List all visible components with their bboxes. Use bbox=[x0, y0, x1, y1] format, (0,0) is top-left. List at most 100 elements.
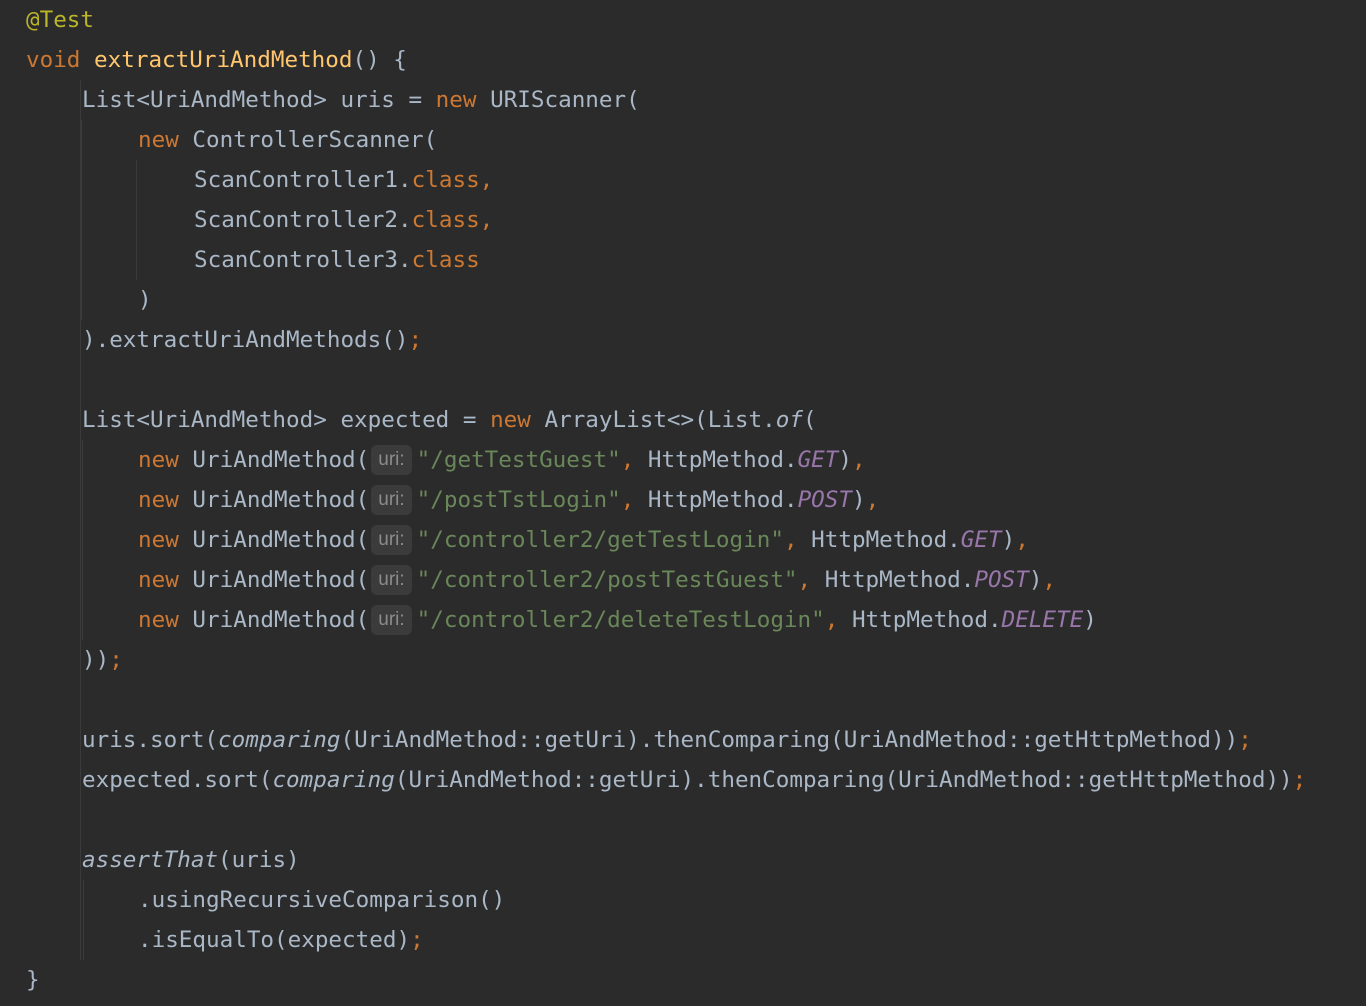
code-line: uris.sort(comparing(UriAndMethod::getUri… bbox=[82, 720, 1252, 760]
parameter-hint: uri: bbox=[371, 445, 412, 475]
keyword-void: void bbox=[26, 47, 81, 73]
code-text: UriAndMethod( bbox=[178, 607, 370, 633]
code-text: (UriAndMethod::getUri).thenComparing(Uri… bbox=[394, 767, 1293, 793]
keyword-new: new bbox=[138, 567, 179, 593]
code-text: .isEqualTo(expected) bbox=[138, 927, 411, 953]
semicolon: ; bbox=[410, 927, 424, 953]
code-text: (UriAndMethod::getUri).thenComparing(Uri… bbox=[340, 727, 1239, 753]
code-line: @Test bbox=[26, 0, 94, 40]
comma: , bbox=[1015, 527, 1029, 553]
semicolon: ; bbox=[1238, 727, 1252, 753]
enum-constant: POST bbox=[974, 567, 1029, 593]
comma: , bbox=[479, 207, 494, 233]
parameter-hint: uri: bbox=[371, 565, 412, 595]
comma: , bbox=[620, 447, 648, 473]
comma: , bbox=[851, 447, 866, 473]
indent-guide bbox=[81, 120, 82, 320]
code-text: ).extractUriAndMethods() bbox=[82, 327, 409, 353]
semicolon: ; bbox=[1292, 767, 1307, 793]
code-text: HttpMethod. bbox=[647, 447, 798, 473]
code-text: ScanController3. bbox=[194, 247, 412, 273]
closing-brace: } bbox=[26, 967, 40, 993]
indent-guide bbox=[136, 160, 137, 280]
code-line: new UriAndMethod(uri: "/controller2/delet… bbox=[138, 600, 1097, 640]
code-line: new ControllerScanner( bbox=[138, 120, 437, 160]
code-text: ) bbox=[1083, 607, 1097, 633]
comma: , bbox=[783, 527, 812, 553]
enum-constant: POST bbox=[797, 487, 852, 513]
code-text: ( bbox=[802, 407, 817, 433]
comma: , bbox=[824, 607, 852, 633]
keyword-class: class bbox=[411, 247, 480, 273]
code-text: ) bbox=[138, 287, 152, 313]
code-text: UriAndMethod( bbox=[178, 487, 370, 513]
code-line: new UriAndMethod(uri: "/postTstLogin", Ht… bbox=[138, 480, 879, 520]
code-text: ArrayList<>(List. bbox=[530, 407, 776, 433]
code-text: List<UriAndMethod> uris = bbox=[82, 87, 436, 113]
code-line: ) bbox=[138, 280, 152, 320]
code-line: ScanController3.class bbox=[194, 240, 480, 280]
parameter-hint: uri: bbox=[371, 605, 412, 635]
code-text: UriAndMethod( bbox=[178, 527, 370, 553]
comma: , bbox=[797, 567, 825, 593]
keyword-new: new bbox=[138, 487, 179, 513]
annotation-test: @Test bbox=[26, 7, 95, 33]
code-text: (uris) bbox=[218, 847, 300, 873]
code-text: UriAndMethod( bbox=[178, 447, 370, 473]
static-call-comparing: comparing bbox=[272, 767, 395, 793]
static-call-comparing: comparing bbox=[218, 727, 341, 753]
code-text: ControllerScanner( bbox=[178, 127, 438, 153]
code-line: List<UriAndMethod> expected = new ArrayL… bbox=[82, 400, 817, 440]
parameter-hint: uri: bbox=[371, 525, 412, 555]
comma: , bbox=[620, 487, 648, 513]
method-name: extractUriAndMethod bbox=[94, 47, 353, 73]
keyword-new: new bbox=[138, 607, 179, 633]
keyword-class: class bbox=[411, 207, 480, 233]
code-line: assertThat(uris) bbox=[82, 840, 300, 880]
code-text: ScanController2. bbox=[194, 207, 412, 233]
code-line: List<UriAndMethod> uris = new URIScanner… bbox=[82, 80, 640, 120]
code-text: ) bbox=[838, 447, 852, 473]
code-line: .isEqualTo(expected); bbox=[138, 920, 424, 960]
code-line: .usingRecursiveComparison() bbox=[138, 880, 505, 920]
keyword-new: new bbox=[435, 87, 477, 113]
code-text: HttpMethod. bbox=[647, 487, 798, 513]
code-text: .usingRecursiveComparison() bbox=[138, 887, 506, 913]
indent-guide bbox=[83, 880, 84, 960]
code-text: HttpMethod. bbox=[851, 607, 1002, 633]
code-text: uris.sort( bbox=[82, 727, 219, 753]
indent-guide bbox=[82, 440, 83, 640]
code-line: new UriAndMethod(uri: "/controller2/postT… bbox=[138, 560, 1056, 600]
code-text: UriAndMethod( bbox=[178, 567, 370, 593]
string-literal: "/getTestGuest" bbox=[416, 447, 621, 473]
code-text: HttpMethod. bbox=[811, 527, 961, 553]
code-text: ) bbox=[1001, 527, 1016, 553]
code-line: ScanController1.class, bbox=[194, 160, 493, 200]
comma: , bbox=[865, 487, 880, 513]
keyword-new: new bbox=[138, 447, 179, 473]
code-line: void extractUriAndMethod() { bbox=[26, 40, 407, 80]
code-editor[interactable]: @Test void extractUriAndMethod() { List<… bbox=[0, 0, 1366, 1006]
enum-constant: GET bbox=[960, 527, 1002, 553]
code-text: () { bbox=[352, 47, 407, 73]
string-literal: "/controller2/deleteTestLogin" bbox=[416, 607, 825, 633]
keyword-new: new bbox=[138, 127, 179, 153]
code-text: expected.sort( bbox=[82, 767, 273, 793]
enum-constant: DELETE bbox=[1001, 607, 1084, 633]
code-text: ) bbox=[1028, 567, 1043, 593]
semicolon: ; bbox=[408, 327, 423, 353]
comma: , bbox=[1042, 567, 1057, 593]
parameter-hint: uri: bbox=[371, 485, 412, 515]
keyword-new: new bbox=[138, 527, 179, 553]
keyword-new: new bbox=[490, 407, 531, 433]
enum-constant: GET bbox=[797, 447, 839, 473]
code-line: ).extractUriAndMethods(); bbox=[82, 320, 422, 360]
code-line: new UriAndMethod(uri: "/controller2/getTe… bbox=[138, 520, 1029, 560]
code-line: )); bbox=[82, 640, 123, 680]
code-line: new UriAndMethod(uri: "/getTestGuest", Ht… bbox=[138, 440, 866, 480]
static-call-of: of bbox=[775, 407, 803, 433]
code-text: HttpMethod. bbox=[824, 567, 975, 593]
code-text: URIScanner( bbox=[476, 87, 640, 113]
code-text: List<UriAndMethod> expected = bbox=[82, 407, 491, 433]
keyword-class: class bbox=[411, 167, 480, 193]
